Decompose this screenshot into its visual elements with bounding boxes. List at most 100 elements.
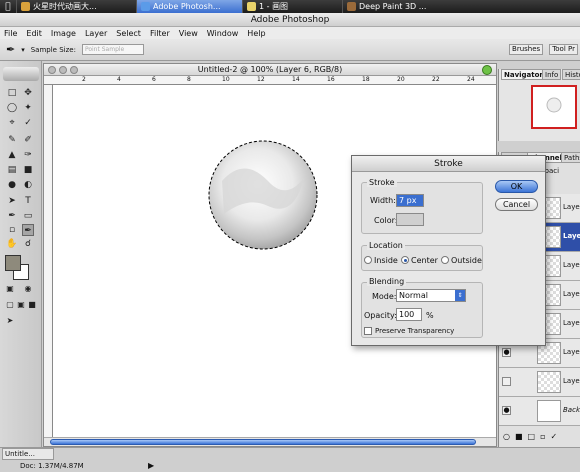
- ruler-tick-label: 8: [187, 76, 191, 83]
- stroke-group: [361, 182, 483, 234]
- resize-badge-icon[interactable]: [482, 65, 492, 75]
- visibility-toggle[interactable]: ●: [502, 348, 511, 357]
- gradient-tool-icon[interactable]: ■: [22, 164, 34, 176]
- ok-button[interactable]: OK: [495, 180, 538, 193]
- horizontal-scrollbar[interactable]: [44, 437, 496, 446]
- center-radio[interactable]: [401, 256, 409, 264]
- quick-mask-off-icon[interactable]: ▣: [4, 283, 16, 295]
- ruler-tick-label: 12: [257, 76, 265, 83]
- menu-window[interactable]: Window: [207, 29, 239, 38]
- feather-logo[interactable]: [3, 67, 39, 81]
- layer-row[interactable]: Layer: [499, 368, 580, 397]
- foreground-color-swatch[interactable]: [5, 255, 21, 271]
- document-title: Untitled-2 @ 100% (Layer 6, RGB/8): [44, 64, 496, 76]
- menu-select[interactable]: Select: [116, 29, 141, 38]
- jump-to-imageready-icon[interactable]: ➤: [4, 315, 16, 327]
- tab-histogram[interactable]: Histo: [562, 69, 580, 80]
- menu-view[interactable]: View: [179, 29, 198, 38]
- doc-size-info: Doc: 1.37M/4.87M: [20, 462, 84, 470]
- stamp-tool-icon[interactable]: ▲: [6, 149, 18, 161]
- shape-tool-icon[interactable]: ▭: [22, 210, 34, 222]
- window-title: Adobe Photoshop: [0, 13, 580, 27]
- mode-label: Mode:: [372, 292, 397, 301]
- tab-info[interactable]: Info: [542, 69, 562, 80]
- sample-size-select[interactable]: Point Sample: [81, 44, 144, 55]
- scroll-thumb[interactable]: [50, 439, 476, 445]
- eyedropper-icon[interactable]: ✒: [6, 43, 15, 56]
- tool-preset-arrow-icon[interactable]: ▾: [21, 46, 25, 54]
- zoom-doc-icon[interactable]: [70, 66, 78, 74]
- opacity-input[interactable]: 100: [396, 308, 422, 321]
- layer-thumbnail: [537, 371, 561, 393]
- visibility-toggle[interactable]: [502, 377, 511, 386]
- crop-tool-icon[interactable]: ⌖: [6, 117, 18, 129]
- status-menu-arrow-icon[interactable]: ▶: [148, 461, 154, 470]
- menu-bar: File Edit Image Layer Select Filter View…: [0, 27, 580, 39]
- quick-mask-on-icon[interactable]: ◉: [22, 283, 34, 295]
- width-label: Width:: [370, 196, 396, 205]
- dropdown-arrow-icon[interactable]: ⇕: [455, 290, 465, 301]
- menu-file[interactable]: File: [4, 29, 17, 38]
- inside-radio[interactable]: [364, 256, 372, 264]
- menu-layer[interactable]: Layer: [85, 29, 107, 38]
- preserve-transparency-checkbox[interactable]: [364, 327, 372, 335]
- menu-edit[interactable]: Edit: [26, 29, 42, 38]
- tool-presets-tab[interactable]: Tool Pr: [549, 44, 578, 55]
- taskbar-tab-deeppaint[interactable]: Deep Paint 3D ...: [342, 0, 462, 13]
- ruler-tick-label: 22: [432, 76, 440, 83]
- navigator-preview[interactable]: [531, 85, 577, 129]
- lasso-tool-icon[interactable]: ◯: [6, 102, 18, 114]
- history-brush-icon[interactable]: ✑: [22, 149, 34, 161]
- mode-select[interactable]: Normal ⇕: [396, 289, 466, 302]
- cancel-button[interactable]: Cancel: [495, 198, 538, 211]
- layer-actions-bar[interactable]: ○■□▫✓: [503, 432, 579, 444]
- brushes-tab[interactable]: Brushes: [509, 44, 544, 55]
- screen-mode-black-icon[interactable]: ■: [26, 299, 38, 311]
- tab-paths[interactable]: Paths: [561, 152, 580, 163]
- pen-tool-icon[interactable]: ✒: [6, 210, 18, 222]
- notes-tool-icon[interactable]: ▫: [6, 224, 18, 236]
- apple-menu-icon[interactable]: : [0, 2, 16, 12]
- path-select-icon[interactable]: ➤: [6, 195, 18, 207]
- hand-tool-icon[interactable]: ✋: [6, 238, 18, 250]
- minimized-doc[interactable]: Untitle...: [2, 448, 54, 460]
- outside-radio[interactable]: [441, 256, 449, 264]
- ruler-tick-label: 24: [467, 76, 475, 83]
- magic-wand-icon[interactable]: ✦: [22, 102, 34, 114]
- width-input[interactable]: 7 px: [396, 194, 424, 207]
- marquee-tool-icon[interactable]: □: [6, 87, 18, 99]
- opacity-unit: %: [426, 311, 434, 320]
- slice-tool-icon[interactable]: ✓: [22, 117, 34, 129]
- move-tool-icon[interactable]: ✥: [22, 87, 34, 99]
- stroke-color-swatch[interactable]: [396, 213, 424, 226]
- blending-group-label: Blending: [367, 277, 407, 286]
- eraser-tool-icon[interactable]: ▤: [6, 164, 18, 176]
- type-tool-icon[interactable]: T: [22, 195, 34, 207]
- blur-tool-icon[interactable]: ●: [6, 179, 18, 191]
- close-doc-icon[interactable]: [48, 66, 56, 74]
- healing-brush-icon[interactable]: ✎: [6, 134, 18, 146]
- ruler-tick-label: 18: [362, 76, 370, 83]
- dodge-tool-icon[interactable]: ◐: [22, 179, 34, 191]
- taskbar-tab-paint[interactable]: 1 - 画图: [242, 0, 342, 13]
- app-icon: [21, 2, 30, 11]
- visibility-toggle[interactable]: ●: [502, 406, 511, 415]
- eyedropper-tool-icon[interactable]: ✒: [22, 224, 34, 236]
- layer-row-background[interactable]: ●Backgr: [499, 397, 580, 426]
- zoom-tool-icon[interactable]: ☌: [22, 238, 34, 250]
- minimize-doc-icon[interactable]: [59, 66, 67, 74]
- taskbar-tab-mars[interactable]: 火星时代动画大...: [16, 0, 136, 13]
- paint-icon: [247, 2, 256, 11]
- menu-filter[interactable]: Filter: [150, 29, 170, 38]
- toolbox: □ ✥ ◯ ✦ ⌖ ✓ ✎ ✐ ▲ ✑ ▤ ■ ● ◐ ➤ T ✒ ▭ ▫ ✒ …: [0, 61, 42, 447]
- outside-label: Outside: [451, 256, 482, 265]
- taskbar-tab-photoshop[interactable]: Adobe Photosh...: [136, 0, 242, 13]
- deeppaint-icon: [347, 2, 356, 11]
- sample-size-label: Sample Size:: [30, 45, 76, 54]
- brush-tool-icon[interactable]: ✐: [22, 134, 34, 146]
- menu-image[interactable]: Image: [51, 29, 76, 38]
- ruler-tick-label: 20: [397, 76, 405, 83]
- tab-navigator[interactable]: Navigator: [501, 69, 546, 80]
- stroke-group-label: Stroke: [367, 178, 397, 187]
- menu-help[interactable]: Help: [247, 29, 265, 38]
